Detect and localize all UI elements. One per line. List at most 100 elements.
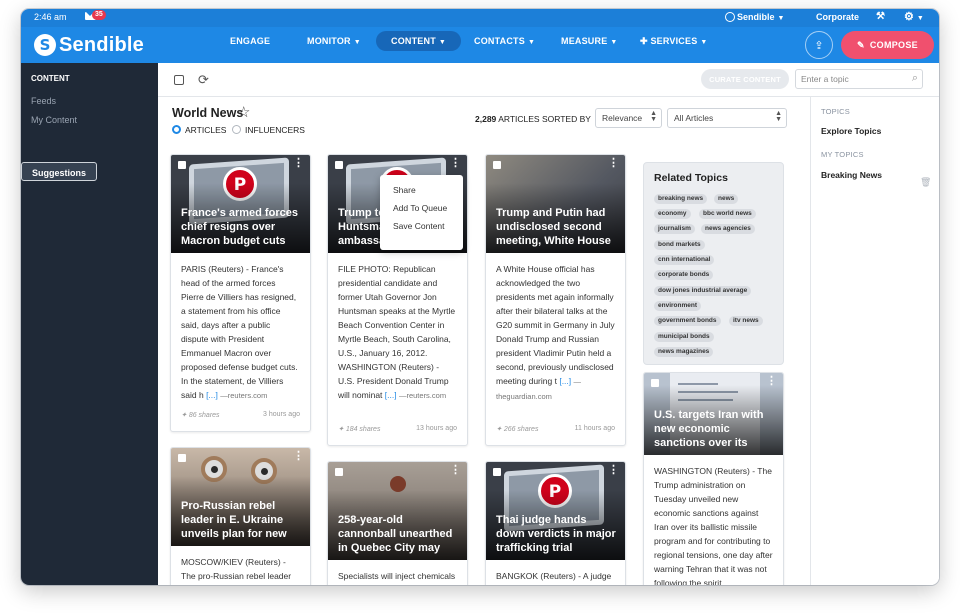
sort-select[interactable]: Relevance ▲ ▼ <box>595 108 662 128</box>
card-checkbox[interactable] <box>335 161 343 169</box>
more-options-icon[interactable]: ⋮ <box>766 376 777 387</box>
more-options-icon[interactable]: ⋮ <box>608 465 619 476</box>
nav-services-label: SERVICES <box>650 36 698 46</box>
article-source: —reuters.com <box>398 391 447 400</box>
article-text: A White House official has acknowledged … <box>496 264 615 386</box>
topic-tag[interactable]: journalism <box>654 224 695 234</box>
card-context-menu: Share Add To Queue Save Content <box>380 175 463 250</box>
more-options-icon[interactable]: ⋮ <box>450 158 461 169</box>
article-card[interactable]: ⋮ Pro-Russian rebel leader in E. Ukraine… <box>170 447 311 585</box>
nav-content[interactable]: CONTENT ▼ <box>376 31 462 51</box>
articles-radio-label[interactable]: ARTICLES <box>185 125 226 135</box>
sidebar-heading: CONTENT <box>31 74 70 83</box>
topic-tag[interactable]: dow jones industrial average <box>654 286 752 296</box>
select-arrows-icon: ▲ ▼ <box>775 110 782 123</box>
article-image: ⋮ Thai judge hands down verdicts in majo… <box>486 462 625 560</box>
nav-engage[interactable]: ENGAGE <box>230 36 270 46</box>
topics-heading: TOPICS <box>821 107 850 116</box>
menu-item-save-content[interactable]: Save Content <box>393 221 445 231</box>
article-headline[interactable]: 258-year-old cannonball unearthed in Que… <box>338 513 459 555</box>
influencers-radio[interactable] <box>232 125 241 134</box>
my-topic-item[interactable]: Breaking News <box>821 170 882 180</box>
topic-tag[interactable]: itv news <box>729 316 763 326</box>
curate-content-button[interactable]: CURATE CONTENT <box>701 69 789 89</box>
topic-tag[interactable]: news agencies <box>701 224 755 234</box>
topic-tag[interactable]: municipal bonds <box>654 332 714 342</box>
more-options-icon[interactable]: ⋮ <box>608 158 619 169</box>
menu-item-share[interactable]: Share <box>393 185 416 195</box>
nav-measure[interactable]: MEASURE ▼ <box>561 36 618 46</box>
pen-icon: ✎ <box>857 39 865 50</box>
account-menu[interactable]: Corporate <box>816 12 859 22</box>
explore-topics-link[interactable]: Explore Topics <box>821 126 881 136</box>
more-options-icon[interactable]: ⋮ <box>293 451 304 462</box>
card-checkbox[interactable] <box>178 161 186 169</box>
article-body: PARIS (Reuters) - France's head of the a… <box>171 253 310 403</box>
app-window: 2:46 am 35 Sendible ▼ Corporate ⚒ ⚙ ▼ S Se… <box>21 9 939 585</box>
search-icon[interactable]: ⌕ <box>912 72 918 85</box>
topic-placeholder: Enter a topic <box>801 74 849 84</box>
sidebar-item-my-content[interactable]: My Content <box>21 110 158 129</box>
more-options-icon[interactable]: ⋮ <box>450 465 461 476</box>
menu-item-add-to-queue[interactable]: Add To Queue <box>393 203 447 213</box>
refresh-icon[interactable]: ⟳ <box>198 72 209 88</box>
card-checkbox[interactable] <box>651 379 659 387</box>
read-more-link[interactable]: [...] <box>385 390 397 400</box>
brand-menu[interactable]: Sendible ▼ <box>737 12 784 22</box>
card-checkbox[interactable] <box>493 161 501 169</box>
card-checkbox[interactable] <box>335 468 343 476</box>
article-card[interactable]: ⋮ France's armed forces chief resigns ov… <box>170 154 311 432</box>
article-headline[interactable]: Thai judge hands down verdicts in major … <box>496 513 617 555</box>
article-card[interactable]: ⋮ Thai judge hands down verdicts in majo… <box>485 461 626 585</box>
twitter-icon: ✦ <box>496 426 504 433</box>
related-topics-title: Related Topics <box>654 172 728 184</box>
topic-tag[interactable]: corporate bonds <box>654 270 714 280</box>
topic-tag[interactable]: economy <box>654 209 691 219</box>
upload-button[interactable]: ⇪ <box>805 31 833 59</box>
related-topics-panel: Related Topics breaking news news econom… <box>643 162 784 365</box>
gear-icon[interactable]: ⚙ ▼ <box>904 10 924 23</box>
read-more-link[interactable]: [...] <box>206 390 218 400</box>
trash-icon[interactable]: 🗑 <box>920 177 931 188</box>
compose-button[interactable]: ✎ COMPOSE <box>841 31 934 59</box>
card-footer: ✦ 86 shares 3 hours ago <box>181 411 300 419</box>
topic-tag[interactable]: breaking news <box>654 194 708 204</box>
select-all-checkbox[interactable] <box>174 75 184 85</box>
star-icon[interactable]: ☆ <box>237 103 250 121</box>
articles-radio[interactable] <box>172 125 181 134</box>
influencers-radio-label[interactable]: INFLUENCERS <box>245 125 305 135</box>
article-headline[interactable]: Pro-Russian rebel leader in E. Ukraine u… <box>181 499 302 541</box>
sidebar-item-suggestions[interactable]: Suggestions <box>21 162 98 181</box>
read-more-link[interactable]: [...] <box>559 376 571 386</box>
chevron-down-icon: ▼ <box>438 39 447 46</box>
logo[interactable]: S Sendible <box>34 32 144 58</box>
topic-tag[interactable]: cnn international <box>654 255 715 265</box>
nav-contacts[interactable]: CONTACTS ▼ <box>474 36 535 46</box>
tools-icon[interactable]: ⚒ <box>876 11 885 22</box>
topic-tag[interactable]: bond markets <box>654 240 705 250</box>
plus-icon: ✚ <box>640 36 651 46</box>
card-checkbox[interactable] <box>493 468 501 476</box>
topic-search-input[interactable]: Enter a topic ⌕ <box>795 69 923 89</box>
topic-tag[interactable]: bbc world news <box>699 209 756 219</box>
filter-select[interactable]: All Articles ▲ ▼ <box>667 108 787 128</box>
card-checkbox[interactable] <box>178 454 186 462</box>
article-text: WASHINGTON (Reuters) - The Trump adminis… <box>654 466 773 585</box>
topic-tag[interactable]: news <box>714 194 739 204</box>
topic-tag[interactable]: environment <box>654 301 702 311</box>
sidebar-item-feeds[interactable]: Feeds <box>21 91 158 110</box>
article-headline[interactable]: France's armed forces chief resigns over… <box>181 206 302 248</box>
article-card[interactable]: ⋮ U.S. targets Iran with new economic sa… <box>643 372 784 585</box>
nav-monitor[interactable]: MONITOR ▼ <box>307 36 361 46</box>
topic-tag[interactable]: government bonds <box>654 316 721 326</box>
more-options-icon[interactable]: ⋮ <box>293 158 304 169</box>
compose-label: COMPOSE <box>869 40 918 50</box>
nav-services[interactable]: ✚ SERVICES ▼ <box>640 36 708 47</box>
article-card[interactable]: ⋮ 258-year-old cannonball unearthed in Q… <box>327 461 468 585</box>
article-headline[interactable]: Trump and Putin had undisclosed second m… <box>496 206 617 248</box>
article-headline[interactable]: U.S. targets Iran with new economic sanc… <box>654 408 775 450</box>
sort-select-value: Relevance <box>602 113 643 123</box>
article-card[interactable]: ⋮ Trump and Putin had undisclosed second… <box>485 154 626 446</box>
clock: 2:46 am <box>34 12 67 22</box>
topic-tag[interactable]: news magazines <box>654 347 714 357</box>
